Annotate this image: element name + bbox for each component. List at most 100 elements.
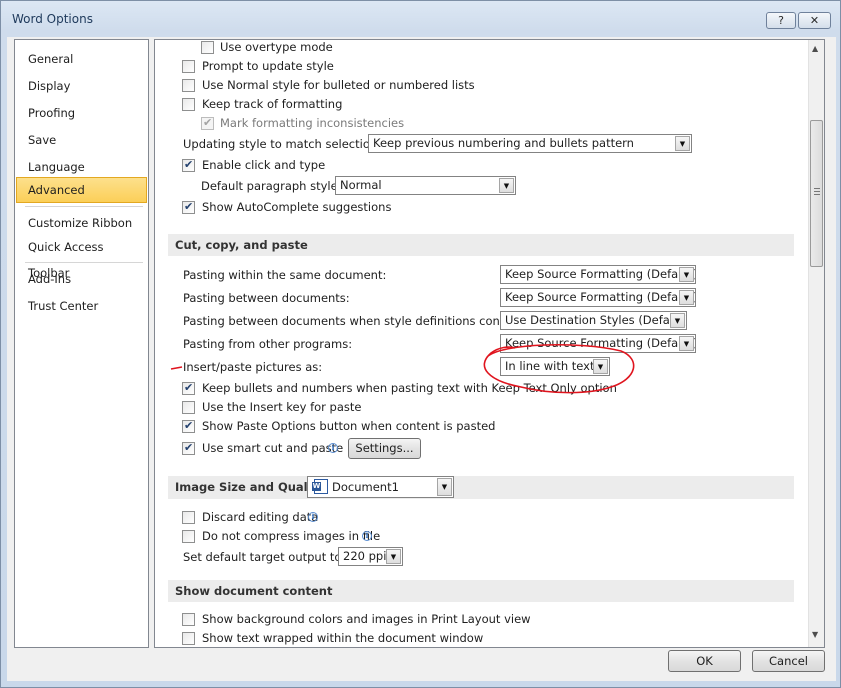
section-header-image-size: Image Size and Quality bbox=[168, 476, 794, 499]
overtype-label: Use overtype mode bbox=[220, 40, 333, 54]
nav-divider bbox=[25, 262, 143, 263]
click-and-type-label: Enable click and type bbox=[202, 158, 326, 172]
nav-item-advanced[interactable]: Advanced bbox=[16, 177, 147, 203]
overtype-checkbox[interactable] bbox=[201, 41, 214, 54]
paste-other-programs-label: Pasting from other programs: bbox=[183, 337, 353, 351]
discard-editing-label: Discard editing data bbox=[202, 510, 319, 524]
autocomplete-checkbox[interactable] bbox=[182, 200, 195, 214]
image-size-document-value: Document1 bbox=[332, 480, 399, 494]
close-button[interactable]: ✕ bbox=[798, 12, 831, 29]
paste-conflict-label: Pasting between documents when style def… bbox=[183, 314, 525, 328]
prompt-update-style-label: Prompt to update style bbox=[202, 59, 334, 73]
paste-conflict-select[interactable]: Use Destination Styles (Default) ▼ bbox=[500, 311, 687, 330]
image-size-header-text: Image Size and Quality bbox=[175, 480, 325, 494]
target-output-label: Set default target output to: bbox=[183, 550, 346, 564]
paste-within-document-label: Pasting within the same document: bbox=[183, 268, 387, 282]
section-header-show-content: Show document content bbox=[168, 580, 794, 602]
nav-item-quick-access-toolbar[interactable]: Quick Access Toolbar bbox=[16, 234, 147, 280]
nav-item-save[interactable]: Save bbox=[16, 127, 147, 153]
paste-pictures-value: In line with text bbox=[505, 359, 595, 373]
normal-style-lists-checkbox[interactable] bbox=[182, 79, 195, 92]
paste-between-documents-value: Keep Source Formatting (Default) bbox=[505, 290, 696, 304]
target-output-value: 220 ppi bbox=[343, 549, 387, 563]
keep-bullets-checkbox[interactable] bbox=[182, 381, 195, 395]
info-icon[interactable]: i bbox=[308, 512, 318, 522]
default-paragraph-style-value: Normal bbox=[340, 178, 382, 192]
paste-pictures-select[interactable]: In line with text ▼ bbox=[500, 357, 610, 376]
mark-inconsistencies-label: Mark formatting inconsistencies bbox=[220, 116, 405, 130]
default-paragraph-style-select[interactable]: Normal ▼ bbox=[335, 176, 516, 195]
settings-button[interactable]: Settings... bbox=[348, 438, 421, 459]
nav-item-trust-center[interactable]: Trust Center bbox=[16, 293, 147, 319]
prompt-update-style-checkbox[interactable] bbox=[182, 60, 195, 73]
insert-key-label: Use the Insert key for paste bbox=[202, 400, 362, 414]
word-options-dialog: Word Options ? ✕ General Display Proofin… bbox=[0, 0, 841, 688]
updating-style-label: Updating style to match selection: bbox=[183, 137, 382, 151]
dropdown-arrow-icon[interactable]: ▼ bbox=[499, 178, 514, 193]
info-icon[interactable]: i bbox=[328, 443, 338, 453]
help-button[interactable]: ? bbox=[766, 12, 796, 29]
dropdown-arrow-icon[interactable]: ▼ bbox=[386, 549, 401, 564]
grip-line bbox=[814, 191, 820, 192]
paste-pictures-label: Insert/paste pictures as: bbox=[183, 360, 323, 374]
keep-bullets-label: Keep bullets and numbers when pasting te… bbox=[202, 381, 617, 395]
nav-item-display[interactable]: Display bbox=[16, 73, 147, 99]
scroll-up-icon[interactable]: ▲ bbox=[812, 44, 818, 53]
track-formatting-label: Keep track of formatting bbox=[202, 97, 343, 111]
text-wrapped-checkbox[interactable] bbox=[182, 632, 195, 645]
dropdown-arrow-icon[interactable]: ▼ bbox=[679, 336, 694, 351]
ok-button[interactable]: OK bbox=[668, 650, 741, 672]
dropdown-arrow-icon[interactable]: ▼ bbox=[679, 290, 694, 305]
grip-line bbox=[814, 194, 820, 195]
updating-style-select[interactable]: Keep previous numbering and bullets patt… bbox=[368, 134, 692, 153]
nav-divider bbox=[25, 206, 143, 207]
grip-line bbox=[814, 188, 820, 189]
normal-style-lists-label: Use Normal style for bulleted or numbere… bbox=[202, 78, 475, 92]
title-bar[interactable]: Word Options ? ✕ bbox=[1, 1, 840, 37]
dropdown-arrow-icon[interactable]: ▼ bbox=[437, 478, 452, 496]
autocomplete-label: Show AutoComplete suggestions bbox=[202, 200, 392, 214]
paste-within-document-select[interactable]: Keep Source Formatting (Default) ▼ bbox=[500, 265, 696, 284]
no-compress-label: Do not compress images in file bbox=[202, 529, 381, 543]
nav-item-add-ins[interactable]: Add-Ins bbox=[16, 266, 147, 292]
scroll-down-icon[interactable]: ▼ bbox=[812, 630, 818, 639]
click-and-type-checkbox[interactable] bbox=[182, 158, 195, 172]
image-size-document-select[interactable]: Document1 ▼ bbox=[307, 476, 454, 498]
window-title: Word Options bbox=[12, 12, 93, 26]
paste-other-programs-select[interactable]: Keep Source Formatting (Default) ▼ bbox=[500, 334, 696, 353]
updating-style-value: Keep previous numbering and bullets patt… bbox=[373, 136, 634, 150]
nav-item-general[interactable]: General bbox=[16, 46, 147, 72]
track-formatting-checkbox[interactable] bbox=[182, 98, 195, 111]
nav-item-proofing[interactable]: Proofing bbox=[16, 100, 147, 126]
word-document-icon bbox=[312, 479, 328, 494]
mark-inconsistencies-checkbox bbox=[201, 116, 214, 130]
info-icon[interactable]: i bbox=[362, 531, 372, 541]
target-output-select[interactable]: 220 ppi ▼ bbox=[338, 547, 403, 566]
no-compress-checkbox[interactable] bbox=[182, 530, 195, 543]
text-wrapped-label: Show text wrapped within the document wi… bbox=[202, 631, 484, 645]
paste-options-button-label: Show Paste Options button when content i… bbox=[202, 419, 496, 433]
smart-cut-checkbox[interactable] bbox=[182, 441, 195, 455]
vertical-scrollbar[interactable]: ▲ ▼ bbox=[808, 40, 824, 647]
background-colors-label: Show background colors and images in Pri… bbox=[202, 612, 531, 626]
nav-item-customize-ribbon[interactable]: Customize Ribbon bbox=[16, 210, 147, 236]
dropdown-arrow-icon[interactable]: ▼ bbox=[675, 136, 690, 151]
cancel-button[interactable]: Cancel bbox=[752, 650, 825, 672]
paste-between-documents-label: Pasting between documents: bbox=[183, 291, 350, 305]
dropdown-arrow-icon[interactable]: ▼ bbox=[670, 313, 685, 328]
paste-other-programs-value: Keep Source Formatting (Default) bbox=[505, 336, 696, 350]
discard-editing-checkbox[interactable] bbox=[182, 511, 195, 524]
default-paragraph-style-label: Default paragraph style: bbox=[201, 179, 342, 193]
paste-options-button-checkbox[interactable] bbox=[182, 419, 195, 433]
paste-within-document-value: Keep Source Formatting (Default) bbox=[505, 267, 696, 281]
dropdown-arrow-icon[interactable]: ▼ bbox=[679, 267, 694, 282]
paste-conflict-value: Use Destination Styles (Default) bbox=[505, 313, 687, 327]
category-nav: General Display Proofing Save Language A… bbox=[14, 39, 149, 648]
section-header-cut-copy-paste: Cut, copy, and paste bbox=[168, 234, 794, 256]
insert-key-checkbox[interactable] bbox=[182, 401, 195, 414]
background-colors-checkbox[interactable] bbox=[182, 613, 195, 626]
dropdown-arrow-icon[interactable]: ▼ bbox=[593, 359, 608, 374]
paste-between-documents-select[interactable]: Keep Source Formatting (Default) ▼ bbox=[500, 288, 696, 307]
scroll-thumb[interactable] bbox=[810, 120, 823, 267]
smart-cut-label: Use smart cut and paste bbox=[202, 441, 344, 455]
